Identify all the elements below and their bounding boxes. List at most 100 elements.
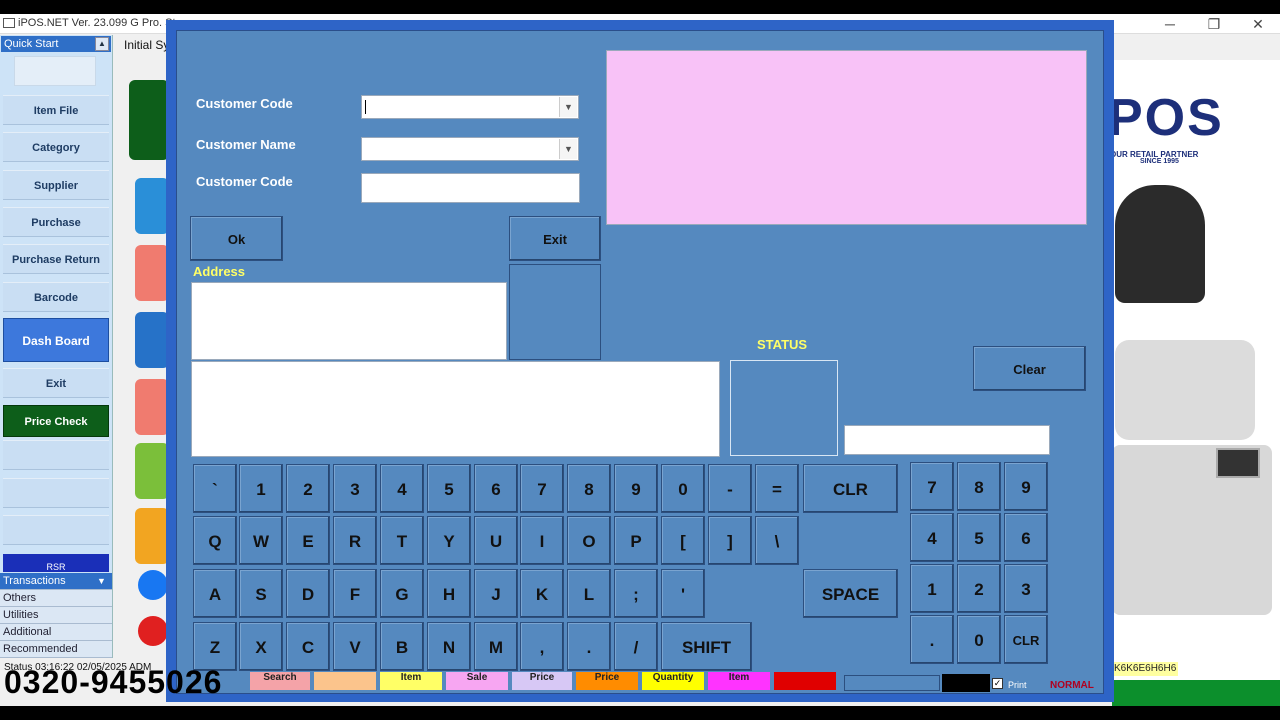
key-s[interactable]: S [239,569,283,618]
customer-name-combo[interactable]: ▼ [361,137,579,161]
key-w[interactable]: W [239,516,283,565]
key-shift[interactable]: SHIFT [661,622,752,671]
key-1[interactable]: 1 [239,464,283,513]
numpad-6[interactable]: 6 [1004,513,1048,562]
chevron-down-icon[interactable]: ▼ [559,139,577,159]
sidebar-item-purchase[interactable]: Purchase [3,207,109,237]
sidebar-group-recommended[interactable]: Recommended [0,641,112,658]
close-button[interactable]: ✕ [1236,14,1280,34]
key-o[interactable]: O [567,516,611,565]
key-r[interactable]: R [333,516,377,565]
key-b[interactable]: B [380,622,424,671]
key-backslash[interactable]: \ [755,516,799,565]
sidebar-group-utilities[interactable]: Utilities [0,607,112,624]
sidebar-item-dash-board[interactable]: Dash Board [3,318,109,362]
price-change-button[interactable]: Price [576,672,638,690]
minimize-button[interactable]: ─ [1148,14,1192,34]
facebook-icon[interactable] [138,570,168,600]
sidebar-item-purchase-return[interactable]: Purchase Return [3,244,109,274]
numpad-clr[interactable]: CLR [1004,615,1048,664]
key-comma[interactable]: , [520,622,564,671]
address-input[interactable] [191,282,507,360]
key-minus[interactable]: - [708,464,752,513]
sidebar-group-transactions[interactable]: Transactions [0,573,112,590]
numpad-1[interactable]: 1 [910,564,954,613]
key-2[interactable]: 2 [286,464,330,513]
key-f[interactable]: F [333,569,377,618]
numpad-3[interactable]: 3 [1004,564,1048,613]
exit-button[interactable]: Exit [509,216,601,261]
chevron-down-icon[interactable]: ▼ [559,97,577,117]
app-tile[interactable] [129,80,169,160]
customer-code-2-input[interactable] [361,173,580,203]
key-g[interactable]: G [380,569,424,618]
key-equals[interactable]: = [755,464,799,513]
sidebar-item-rsr[interactable]: RSR [3,554,109,572]
key-q[interactable]: Q [193,516,237,565]
quantity-shortcut-button[interactable]: Quantity [642,672,704,690]
sidebar-item-barcode[interactable]: Barcode [3,282,109,312]
maximize-button[interactable]: ❐ [1192,14,1236,34]
key-9[interactable]: 9 [614,464,658,513]
key-space[interactable]: SPACE [803,569,898,618]
key-l[interactable]: L [567,569,611,618]
notes-input[interactable] [191,361,720,457]
key-e[interactable]: E [286,516,330,565]
chevron-up-icon[interactable]: ▲ [95,37,109,51]
price-shortcut-button[interactable]: Price [512,672,572,690]
key-semicolon[interactable]: ; [614,569,658,618]
key-backtick[interactable]: ` [193,464,237,513]
ok-button[interactable]: Ok [190,216,283,261]
numpad-2[interactable]: 2 [957,564,1001,613]
key-7[interactable]: 7 [520,464,564,513]
key-6[interactable]: 6 [474,464,518,513]
app-tile[interactable] [135,312,169,368]
sidebar-group-additional[interactable]: Additional [0,624,112,641]
sidebar-item-category[interactable]: Category [3,132,109,162]
numpad-dot[interactable]: . [910,615,954,664]
clear-button[interactable]: Clear [973,346,1086,391]
item-shortcut-button[interactable]: Item [380,672,442,690]
key-quote[interactable]: ' [661,569,705,618]
key-p[interactable]: P [614,516,658,565]
key-y[interactable]: Y [427,516,471,565]
item-delete-button[interactable]: Item [708,672,770,690]
youtube-icon[interactable] [138,616,168,646]
key-close-bracket[interactable]: ] [708,516,752,565]
app-tile[interactable] [135,508,169,564]
key-open-bracket[interactable]: [ [661,516,705,565]
key-u[interactable]: U [474,516,518,565]
numpad-9[interactable]: 9 [1004,462,1048,511]
shortcut-button[interactable] [314,672,376,690]
app-tile[interactable] [135,178,169,234]
status-input[interactable] [844,425,1050,455]
key-clr[interactable]: CLR [803,464,898,513]
key-5[interactable]: 5 [427,464,471,513]
sidebar-group-others[interactable]: Others [0,590,112,607]
app-tile[interactable] [135,245,169,301]
numpad-0[interactable]: 0 [957,615,1001,664]
app-tile[interactable] [135,443,169,499]
numpad-7[interactable]: 7 [910,462,954,511]
sidebar-item-item-file[interactable]: Item File [3,95,109,125]
key-period[interactable]: . [567,622,611,671]
key-x[interactable]: X [239,622,283,671]
key-3[interactable]: 3 [333,464,377,513]
key-n[interactable]: N [427,622,471,671]
key-k[interactable]: K [520,569,564,618]
sale-shortcut-button[interactable]: Sale [446,672,508,690]
tab-initial-setup[interactable]: Initial Sy [124,38,169,52]
key-slash[interactable]: / [614,622,658,671]
print-checkbox[interactable]: ✓ [992,678,1003,689]
key-0[interactable]: 0 [661,464,705,513]
key-i[interactable]: I [520,516,564,565]
key-m[interactable]: M [474,622,518,671]
numpad-4[interactable]: 4 [910,513,954,562]
key-c[interactable]: C [286,622,330,671]
key-t[interactable]: T [380,516,424,565]
key-8[interactable]: 8 [567,464,611,513]
key-a[interactable]: A [193,569,237,618]
app-tile[interactable] [135,379,169,435]
numpad-5[interactable]: 5 [957,513,1001,562]
key-h[interactable]: H [427,569,471,618]
